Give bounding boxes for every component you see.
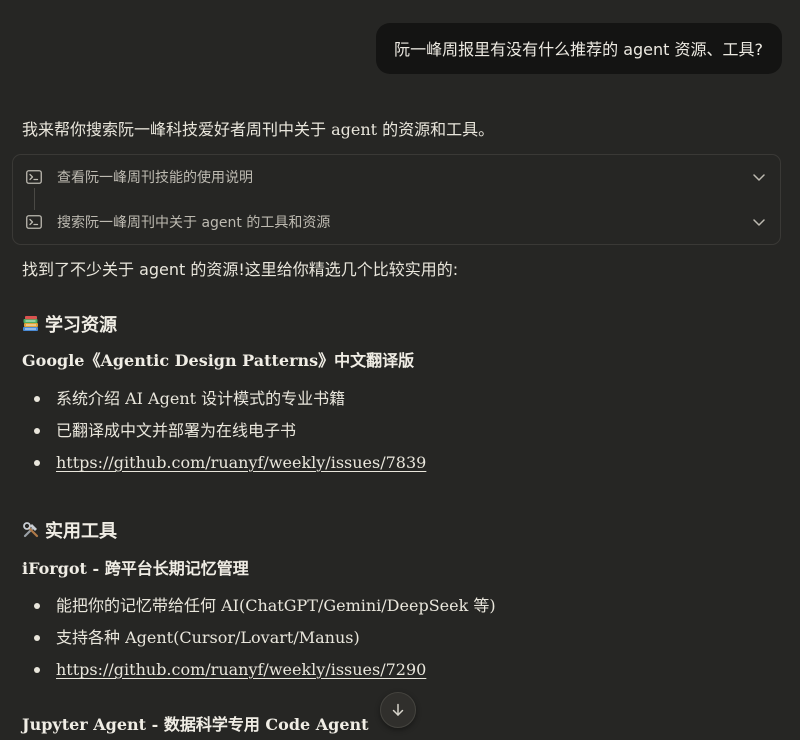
section-heading-tools: 实用工具 bbox=[22, 517, 117, 543]
list-item: https://github.com/ruanyf/weekly/issues/… bbox=[34, 654, 496, 686]
resource-bullet-list: 能把你的记忆带给任何 AI(ChatGPT/Gemini/DeepSeek 等)… bbox=[34, 590, 496, 686]
tools-icon bbox=[23, 522, 39, 538]
list-item: https://github.com/ruanyf/weekly/issues/… bbox=[34, 447, 426, 479]
arrow-down-icon bbox=[392, 703, 404, 716]
tool-calls-panel: 查看阮一峰周刊技能的使用说明 搜索阮一峰周刊中关于 agent 的工具和资源 bbox=[12, 154, 781, 245]
user-message-bubble: 阮一峰周报里有没有什么推荐的 agent 资源、工具? bbox=[376, 23, 782, 74]
list-item: 支持各种 Agent(Cursor/Lovart/Manus) bbox=[34, 622, 496, 654]
scroll-to-bottom-button[interactable] bbox=[380, 692, 416, 728]
resource-title: Jupyter Agent - 数据科学专用 Code Agent bbox=[22, 715, 369, 734]
terminal-icon bbox=[26, 215, 42, 229]
chat-view: 阮一峰周报里有没有什么推荐的 agent 资源、工具? 我来帮你搜索阮一峰科技爱… bbox=[0, 0, 800, 740]
section-heading-text: 实用工具 bbox=[45, 521, 117, 542]
tool-call-label-2: 搜索阮一峰周刊中关于 agent 的工具和资源 bbox=[57, 215, 331, 231]
tool-call-label-1: 查看阮一峰周刊技能的使用说明 bbox=[57, 170, 253, 186]
list-item: 已翻译成中文并部署为在线电子书 bbox=[34, 415, 426, 447]
books-icon bbox=[23, 316, 38, 331]
terminal-icon bbox=[26, 170, 42, 184]
user-message-text: 阮一峰周报里有没有什么推荐的 agent 资源、工具? bbox=[394, 40, 763, 59]
assistant-found-text: 找到了不少关于 agent 的资源!这里给你精选几个比较实用的: bbox=[22, 260, 459, 279]
assistant-intro-text: 我来帮你搜索阮一峰科技爱好者周刊中关于 agent 的资源和工具。 bbox=[22, 120, 495, 139]
section-heading-text: 学习资源 bbox=[45, 315, 117, 336]
resource-bullet-list: 系统介绍 AI Agent 设计模式的专业书籍 已翻译成中文并部署为在线电子书 … bbox=[34, 383, 426, 479]
resource-link[interactable]: https://github.com/ruanyf/weekly/issues/… bbox=[56, 660, 426, 679]
resource-title: iForgot - 跨平台长期记忆管理 bbox=[22, 559, 249, 578]
list-item: 系统介绍 AI Agent 设计模式的专业书籍 bbox=[34, 383, 426, 415]
section-heading-learning: 学习资源 bbox=[22, 311, 117, 337]
tool-call-row-1[interactable]: 查看阮一峰周刊技能的使用说明 bbox=[13, 155, 780, 199]
resource-link[interactable]: https://github.com/ruanyf/weekly/issues/… bbox=[56, 453, 426, 472]
resource-title: Google《Agentic Design Patterns》中文翻译版 bbox=[22, 351, 415, 370]
chevron-down-icon[interactable] bbox=[752, 215, 766, 229]
chevron-down-icon[interactable] bbox=[752, 170, 766, 184]
tool-call-row-2[interactable]: 搜索阮一峰周刊中关于 agent 的工具和资源 bbox=[13, 200, 780, 244]
list-item: 能把你的记忆带给任何 AI(ChatGPT/Gemini/DeepSeek 等) bbox=[34, 590, 496, 622]
